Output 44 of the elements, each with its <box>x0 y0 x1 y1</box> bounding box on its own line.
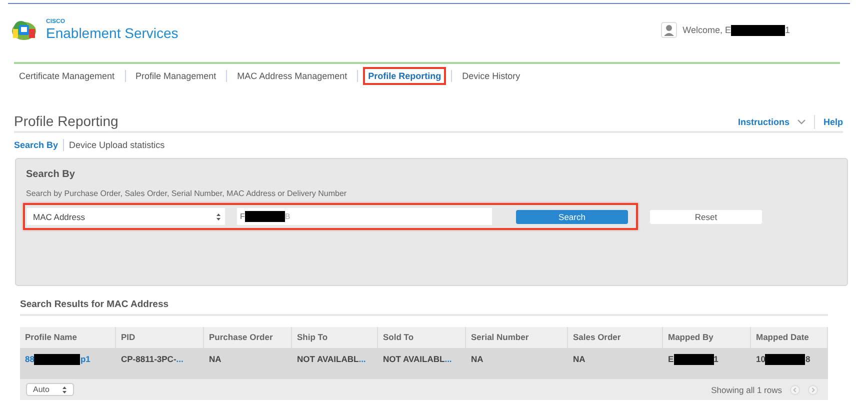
table-cell: NOT AVAILABL... <box>383 354 452 364</box>
redaction-bar <box>674 354 714 365</box>
panel-title: Search By <box>26 169 76 180</box>
page-title: Profile Reporting <box>14 113 118 129</box>
table-cell: 10 <box>756 354 766 364</box>
table-cell: E <box>668 354 674 364</box>
help-link[interactable]: Help <box>823 117 843 127</box>
table-cell-end: 8 <box>805 354 810 364</box>
redaction-bar <box>765 354 806 365</box>
search-type-select[interactable]: MAC Address <box>27 208 225 225</box>
table-cell: NA <box>209 354 222 364</box>
nav-tab[interactable]: Profile Reporting <box>363 67 446 85</box>
nav-tab[interactable]: Device History <box>457 67 526 85</box>
table-cell: CP-8811-3PC-... <box>121 354 184 364</box>
reset-button[interactable]: Reset <box>650 210 762 224</box>
search-button[interactable]: Search <box>516 210 628 224</box>
instructions-link[interactable]: Instructions <box>738 117 790 127</box>
nav-tab[interactable]: Certificate Management <box>14 67 120 85</box>
table-cell: NA <box>471 354 484 364</box>
rows-summary: Showing all 1 rows <box>711 384 782 394</box>
welcome-text-end: 1 <box>784 25 790 35</box>
logo-icon <box>11 19 37 41</box>
search-hint: Search by Purchase Order, Sales Order, Serial Number, MAC Address or Delivery Number <box>26 189 348 198</box>
table-cell-end: 1 <box>714 354 718 364</box>
app-title: Enablement Services <box>46 26 178 41</box>
nav-tab[interactable]: Profile Management <box>130 67 222 85</box>
table-cell: NA <box>573 354 586 364</box>
results-title: Search Results for MAC Address <box>20 299 828 316</box>
table-cell: NOT AVAILABL... <box>297 354 366 364</box>
previous-page-icon[interactable] <box>790 384 800 394</box>
profile-link-end[interactable]: p1 <box>80 354 90 364</box>
next-page-icon[interactable] <box>808 384 818 394</box>
sub-tab[interactable]: Search By <box>14 140 58 150</box>
page-size-select[interactable]: Auto <box>26 383 74 396</box>
updown-arrows-icon[interactable] <box>216 212 221 220</box>
chevron-down-icon[interactable] <box>797 119 806 125</box>
sub-tab[interactable]: Device Upload statistics <box>69 140 165 150</box>
updown-arrows-icon[interactable] <box>62 386 67 394</box>
redaction-bar <box>34 354 80 365</box>
user-avatar-icon <box>660 22 677 38</box>
profile-link[interactable]: 88 <box>25 354 34 364</box>
welcome-text: Welcome, E <box>682 25 731 35</box>
nav-tab[interactable]: MAC Address Management <box>232 67 352 85</box>
search-input-field[interactable]: F B <box>237 208 492 225</box>
